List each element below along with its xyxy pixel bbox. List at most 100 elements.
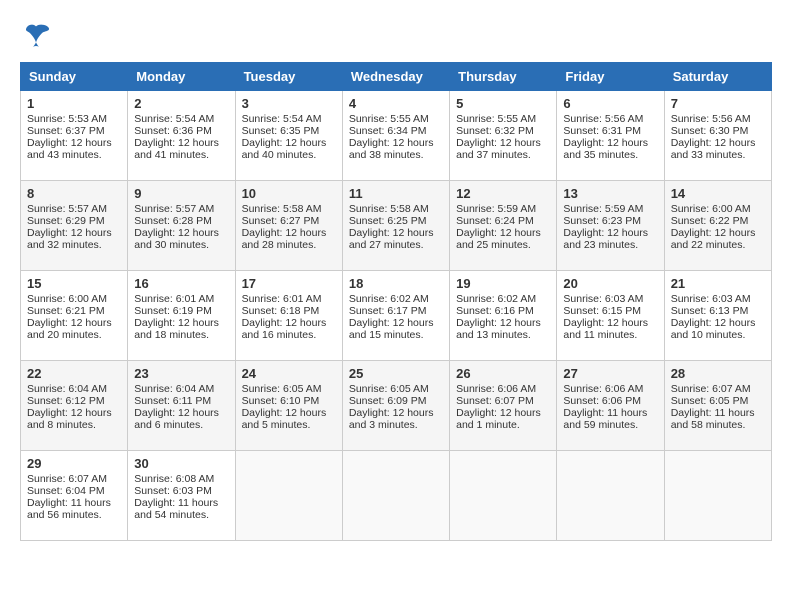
calendar-cell: 14Sunrise: 6:00 AMSunset: 6:22 PMDayligh…: [664, 181, 771, 271]
calendar-cell: 3 Sunrise: 5:54 AMSunset: 6:35 PMDaylight…: [235, 91, 342, 181]
day-number: 12: [456, 186, 550, 201]
day-number: 29: [27, 456, 121, 471]
day-number: 21: [671, 276, 765, 291]
day-info: Sunrise: 5:55 AMSunset: 6:34 PMDaylight:…: [349, 113, 434, 161]
calendar-cell: 17 Sunrise: 6:01 AMSunset: 6:18 PMDayligh…: [235, 271, 342, 361]
calendar-cell: 28 Sunrise: 6:07 AMSunset: 6:05 PMDayligh…: [664, 361, 771, 451]
day-info: Sunrise: 5:53 AMSunset: 6:37 PMDaylight:…: [27, 113, 112, 161]
calendar-cell: 7Sunrise: 5:56 AMSunset: 6:30 PMDaylight…: [664, 91, 771, 181]
day-info: Sunrise: 6:04 AMSunset: 6:12 PMDaylight:…: [27, 383, 112, 431]
day-info: Sunrise: 6:01 AMSunset: 6:19 PMDaylight:…: [134, 293, 219, 341]
calendar-cell: [557, 451, 664, 541]
day-info: Sunrise: 6:07 AMSunset: 6:05 PMDaylight:…: [671, 383, 755, 431]
calendar-cell: [235, 451, 342, 541]
day-info: Sunrise: 5:57 AMSunset: 6:28 PMDaylight:…: [134, 203, 219, 251]
day-info: Sunrise: 6:08 AMSunset: 6:03 PMDaylight:…: [134, 473, 218, 521]
day-info: Sunrise: 5:59 AMSunset: 6:23 PMDaylight:…: [563, 203, 648, 251]
calendar-cell: 9 Sunrise: 5:57 AMSunset: 6:28 PMDaylight…: [128, 181, 235, 271]
day-number: 18: [349, 276, 443, 291]
calendar-cell: 25 Sunrise: 6:05 AMSunset: 6:09 PMDayligh…: [342, 361, 449, 451]
day-info: Sunrise: 5:54 AMSunset: 6:36 PMDaylight:…: [134, 113, 219, 161]
calendar-cell: 26 Sunrise: 6:06 AMSunset: 6:07 PMDayligh…: [450, 361, 557, 451]
calendar-week-row: 15 Sunrise: 6:00 AMSunset: 6:21 PMDayligh…: [21, 271, 772, 361]
calendar-header-monday: Monday: [128, 63, 235, 91]
calendar-cell: 21 Sunrise: 6:03 AMSunset: 6:13 PMDayligh…: [664, 271, 771, 361]
day-number: 23: [134, 366, 228, 381]
day-number: 15: [27, 276, 121, 291]
day-number: 11: [349, 186, 443, 201]
day-info: Sunrise: 6:00 AMSunset: 6:21 PMDaylight:…: [27, 293, 112, 341]
day-info: Sunrise: 5:54 AMSunset: 6:35 PMDaylight:…: [242, 113, 327, 161]
calendar-cell: 29 Sunrise: 6:07 AMSunset: 6:04 PMDayligh…: [21, 451, 128, 541]
day-number: 8: [27, 186, 121, 201]
day-number: 9: [134, 186, 228, 201]
calendar-cell: 10 Sunrise: 5:58 AMSunset: 6:27 PMDayligh…: [235, 181, 342, 271]
day-number: 17: [242, 276, 336, 291]
calendar-cell: 22 Sunrise: 6:04 AMSunset: 6:12 PMDayligh…: [21, 361, 128, 451]
calendar-cell: [342, 451, 449, 541]
day-number: 2: [134, 96, 228, 111]
day-info: Sunrise: 6:05 AMSunset: 6:10 PMDaylight:…: [242, 383, 327, 431]
day-number: 10: [242, 186, 336, 201]
day-info: Sunrise: 5:57 AMSunset: 6:29 PMDaylight:…: [27, 203, 112, 251]
calendar-header-friday: Friday: [557, 63, 664, 91]
calendar-cell: 1 Sunrise: 5:53 AMSunset: 6:37 PMDaylight…: [21, 91, 128, 181]
calendar-header-row: SundayMondayTuesdayWednesdayThursdayFrid…: [21, 63, 772, 91]
calendar-header-saturday: Saturday: [664, 63, 771, 91]
day-number: 19: [456, 276, 550, 291]
day-number: 28: [671, 366, 765, 381]
day-info: Sunrise: 6:03 AMSunset: 6:15 PMDaylight:…: [563, 293, 648, 341]
calendar-header-sunday: Sunday: [21, 63, 128, 91]
day-info: Sunrise: 6:06 AMSunset: 6:07 PMDaylight:…: [456, 383, 541, 431]
logo-icon: [20, 20, 52, 52]
calendar-week-row: 1 Sunrise: 5:53 AMSunset: 6:37 PMDaylight…: [21, 91, 772, 181]
header: [20, 20, 772, 52]
day-info: Sunrise: 6:01 AMSunset: 6:18 PMDaylight:…: [242, 293, 327, 341]
calendar-cell: 8 Sunrise: 5:57 AMSunset: 6:29 PMDaylight…: [21, 181, 128, 271]
calendar-cell: 11 Sunrise: 5:58 AMSunset: 6:25 PMDayligh…: [342, 181, 449, 271]
calendar-cell: 27 Sunrise: 6:06 AMSunset: 6:06 PMDayligh…: [557, 361, 664, 451]
day-number: 26: [456, 366, 550, 381]
calendar-week-row: 8 Sunrise: 5:57 AMSunset: 6:29 PMDaylight…: [21, 181, 772, 271]
calendar-week-row: 22 Sunrise: 6:04 AMSunset: 6:12 PMDayligh…: [21, 361, 772, 451]
calendar-header-wednesday: Wednesday: [342, 63, 449, 91]
day-number: 22: [27, 366, 121, 381]
day-info: Sunrise: 5:56 AMSunset: 6:31 PMDaylight:…: [563, 113, 648, 161]
day-number: 3: [242, 96, 336, 111]
day-info: Sunrise: 5:58 AMSunset: 6:25 PMDaylight:…: [349, 203, 434, 251]
calendar-cell: 4Sunrise: 5:55 AMSunset: 6:34 PMDaylight…: [342, 91, 449, 181]
day-number: 30: [134, 456, 228, 471]
day-number: 1: [27, 96, 121, 111]
day-info: Sunrise: 6:06 AMSunset: 6:06 PMDaylight:…: [563, 383, 647, 431]
calendar-cell: 24 Sunrise: 6:05 AMSunset: 6:10 PMDayligh…: [235, 361, 342, 451]
day-info: Sunrise: 6:02 AMSunset: 6:16 PMDaylight:…: [456, 293, 541, 341]
calendar-header-tuesday: Tuesday: [235, 63, 342, 91]
calendar-cell: 16Sunrise: 6:01 AMSunset: 6:19 PMDayligh…: [128, 271, 235, 361]
day-number: 25: [349, 366, 443, 381]
day-info: Sunrise: 6:05 AMSunset: 6:09 PMDaylight:…: [349, 383, 434, 431]
day-info: Sunrise: 6:02 AMSunset: 6:17 PMDaylight:…: [349, 293, 434, 341]
calendar-week-row: 29 Sunrise: 6:07 AMSunset: 6:04 PMDayligh…: [21, 451, 772, 541]
day-info: Sunrise: 5:55 AMSunset: 6:32 PMDaylight:…: [456, 113, 541, 161]
calendar-cell: 19 Sunrise: 6:02 AMSunset: 6:16 PMDayligh…: [450, 271, 557, 361]
day-info: Sunrise: 6:03 AMSunset: 6:13 PMDaylight:…: [671, 293, 756, 341]
day-number: 6: [563, 96, 657, 111]
day-info: Sunrise: 5:58 AMSunset: 6:27 PMDaylight:…: [242, 203, 327, 251]
calendar-table: SundayMondayTuesdayWednesdayThursdayFrid…: [20, 62, 772, 541]
day-number: 24: [242, 366, 336, 381]
logo: [20, 20, 56, 52]
day-number: 14: [671, 186, 765, 201]
calendar-cell: [450, 451, 557, 541]
calendar-cell: 20 Sunrise: 6:03 AMSunset: 6:15 PMDayligh…: [557, 271, 664, 361]
day-number: 27: [563, 366, 657, 381]
calendar-cell: 5Sunrise: 5:55 AMSunset: 6:32 PMDaylight…: [450, 91, 557, 181]
day-info: Sunrise: 5:59 AMSunset: 6:24 PMDaylight:…: [456, 203, 541, 251]
calendar-cell: 12 Sunrise: 5:59 AMSunset: 6:24 PMDayligh…: [450, 181, 557, 271]
calendar-cell: 6 Sunrise: 5:56 AMSunset: 6:31 PMDaylight…: [557, 91, 664, 181]
calendar-cell: 13Sunrise: 5:59 AMSunset: 6:23 PMDayligh…: [557, 181, 664, 271]
calendar-cell: 15 Sunrise: 6:00 AMSunset: 6:21 PMDayligh…: [21, 271, 128, 361]
calendar-cell: 18 Sunrise: 6:02 AMSunset: 6:17 PMDayligh…: [342, 271, 449, 361]
day-info: Sunrise: 6:07 AMSunset: 6:04 PMDaylight:…: [27, 473, 111, 521]
day-number: 20: [563, 276, 657, 291]
day-info: Sunrise: 6:04 AMSunset: 6:11 PMDaylight:…: [134, 383, 219, 431]
